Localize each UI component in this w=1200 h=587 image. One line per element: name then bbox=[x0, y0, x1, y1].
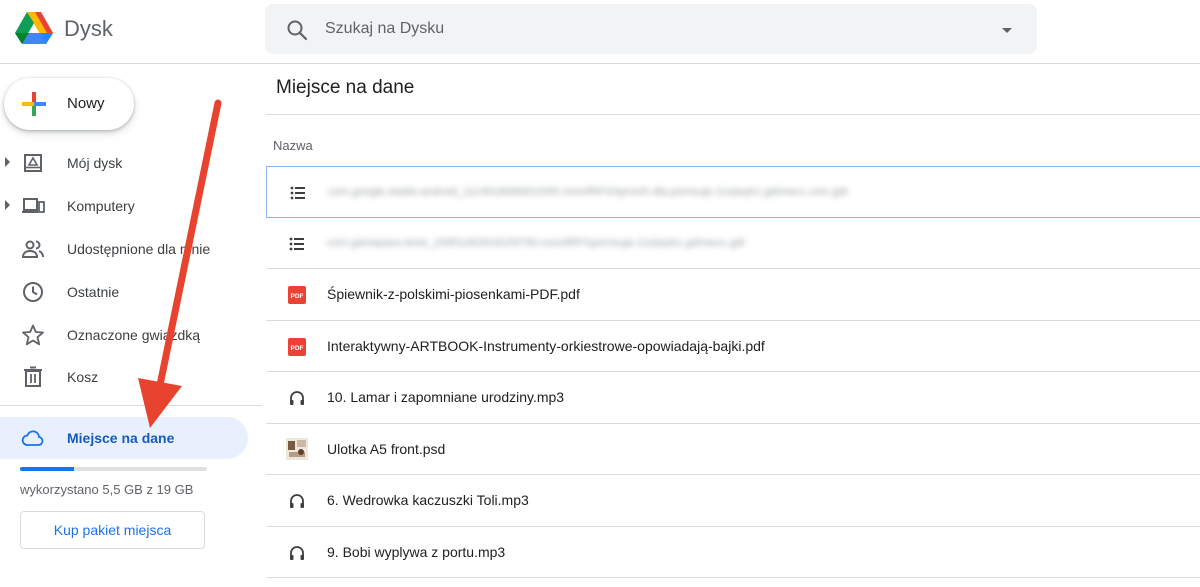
file-name: 10. Lamar i zapomniane urodziny.mp3 bbox=[327, 389, 565, 405]
buy-storage-button[interactable]: Kup pakiet miejsca bbox=[20, 511, 205, 549]
new-button[interactable]: Nowy bbox=[4, 78, 134, 130]
cloud-icon bbox=[21, 430, 44, 446]
file-row[interactable]: 6. Wedrowka kaczuszki Toli.mp3 bbox=[266, 475, 1200, 527]
new-button-label: Nowy bbox=[67, 95, 105, 112]
headphones-icon bbox=[288, 389, 306, 407]
column-header-name[interactable]: Nazwa bbox=[273, 138, 313, 153]
file-name: Interaktywny-ARTBOOK-Instrumenty-orkiest… bbox=[327, 337, 765, 354]
sidebar-item-label: Ostatnie bbox=[67, 284, 120, 300]
file-name: 6. Wedrowka kaczuszki Toli.mp3 bbox=[327, 492, 529, 508]
file-name: 9. Bobi wyplywa z portu.mp3 bbox=[327, 543, 506, 560]
headphones-icon bbox=[288, 544, 306, 562]
file-name: Ulotka A5 front.psd bbox=[327, 440, 446, 457]
search-bar[interactable] bbox=[265, 4, 1037, 54]
top-bar: Dysk bbox=[0, 0, 1200, 64]
sidebar-item-starred[interactable]: Oznaczone gwiazdką bbox=[0, 315, 250, 355]
my-drive-icon bbox=[24, 154, 42, 172]
storage-usage-bar bbox=[20, 467, 207, 471]
computers-icon bbox=[22, 198, 45, 213]
star-icon bbox=[22, 324, 44, 346]
sidebar-item-label: Udostępnione dla mnie bbox=[67, 241, 211, 257]
expand-arrow-icon[interactable] bbox=[5, 200, 10, 210]
svg-text:PDF: PDF bbox=[291, 293, 304, 300]
file-name: com.google.stadia.android_11146180868102… bbox=[328, 186, 849, 198]
shared-people-icon bbox=[21, 240, 44, 258]
drive-logo-icon[interactable] bbox=[14, 10, 54, 46]
plus-icon bbox=[22, 92, 46, 116]
list-icon bbox=[288, 235, 306, 253]
sidebar-item-trash[interactable]: Kosz bbox=[0, 357, 250, 397]
headphones-icon bbox=[288, 492, 306, 510]
file-row[interactable]: Ulotka A5 front.psd bbox=[266, 424, 1200, 475]
sidebar-item-label: Kosz bbox=[67, 369, 99, 385]
sidebar-item-label: Miejsce na dane bbox=[67, 430, 175, 446]
page-title: Miejsce na dane bbox=[276, 77, 415, 98]
image-thumbnail-icon bbox=[286, 437, 308, 460]
sidebar-item-label: Oznaczone gwiazdką bbox=[67, 327, 201, 343]
sidebar-item-label: Komputery bbox=[67, 198, 135, 214]
svg-text:PDF: PDF bbox=[291, 345, 304, 352]
storage-usage-fill bbox=[20, 467, 75, 471]
file-row[interactable]: PDF Interaktywny-ARTBOOK-Instrumenty-orki… bbox=[266, 321, 1200, 372]
sidebar-item-label: Mój dysk bbox=[67, 155, 123, 171]
title-divider bbox=[266, 114, 1200, 115]
search-icon[interactable] bbox=[285, 18, 309, 42]
sidebar-item-shared-with-me[interactable]: Udostępnione dla mnie bbox=[0, 229, 250, 269]
sidebar-item-storage[interactable]: Miejsce na dane bbox=[0, 417, 248, 459]
pdf-icon: PDF bbox=[288, 337, 306, 356]
sidebar-item-recent[interactable]: Ostatnie bbox=[0, 272, 250, 312]
list-icon bbox=[289, 184, 307, 202]
file-row[interactable]: 9. Bobi wyplywa z portu.mp3 bbox=[266, 527, 1200, 578]
storage-usage-text: wykorzystano 5,5 GB z 19 GB bbox=[20, 482, 194, 497]
app-title[interactable]: Dysk bbox=[64, 16, 113, 42]
file-name: Śpiewnik-z-polskimi-piosenkami-PDF.pdf bbox=[327, 286, 580, 302]
search-options-dropdown-icon[interactable] bbox=[995, 18, 1019, 42]
expand-arrow-icon[interactable] bbox=[5, 157, 10, 167]
file-row[interactable]: 10. Lamar i zapomniane urodziny.mp3 bbox=[266, 372, 1200, 424]
sidebar-item-computers[interactable]: Komputery bbox=[0, 186, 250, 226]
file-row[interactable]: com.google.stadia.android_11146180868102… bbox=[266, 166, 1200, 218]
file-row[interactable]: PDF Śpiewnik-z-polskimi-piosenkami-PDF.pd… bbox=[266, 269, 1200, 321]
trash-icon bbox=[24, 366, 42, 387]
pdf-icon: PDF bbox=[288, 286, 306, 304]
search-input[interactable] bbox=[325, 4, 965, 54]
file-name: com.gamepass.tests_20951062918159790.noo… bbox=[327, 236, 746, 249]
file-row[interactable]: com.gamepass.tests_20951062918159790.noo… bbox=[266, 218, 1200, 269]
file-list: com.google.stadia.android_11146180868102… bbox=[266, 166, 1200, 578]
sidebar-divider bbox=[0, 405, 262, 406]
sidebar-item-my-drive[interactable]: Mój dysk bbox=[0, 143, 250, 183]
clock-icon bbox=[23, 282, 43, 302]
